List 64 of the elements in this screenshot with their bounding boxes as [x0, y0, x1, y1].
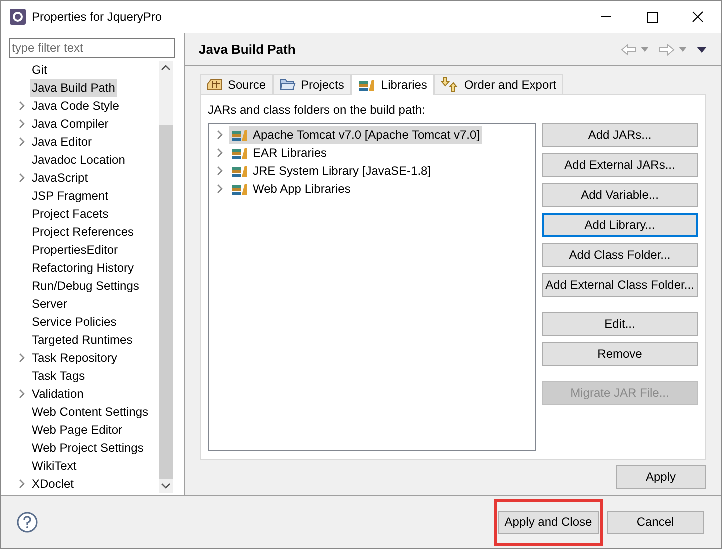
action-button[interactable]: Add External JARs... [542, 153, 698, 177]
scrollbar[interactable] [159, 61, 173, 493]
tree-item[interactable]: Run/Debug Settings [30, 277, 142, 295]
section-label: JARs and class folders on the build path: [208, 102, 426, 118]
tree-item[interactable]: Task Tags [30, 367, 88, 385]
package-icon [207, 78, 223, 92]
tree-item[interactable]: Server [30, 295, 70, 313]
tree-item[interactable]: Java Compiler [30, 115, 111, 133]
action-button[interactable]: Add Library... [542, 213, 698, 237]
tree-item[interactable]: Web Page Editor [30, 421, 124, 439]
tree-item[interactable]: PropertiesEditor [30, 241, 120, 259]
tree-item[interactable]: Web App Libraries [229, 180, 353, 198]
tree-item[interactable]: Git [30, 61, 50, 79]
tree-item[interactable]: Web Project Settings [30, 439, 146, 457]
back-arrow-icon[interactable] [621, 44, 637, 56]
tree-item[interactable]: WikiText [30, 457, 79, 475]
library-icon [231, 164, 249, 178]
tree-item[interactable]: Task Repository [30, 349, 120, 367]
tree-item[interactable]: Refactoring History [30, 259, 136, 277]
library-tree[interactable]: Apache Tomcat v7.0 [Apache Tomcat v7.0] EAR Libraries JRE System Library [JavaSE-1.8] Web App Libraries [208, 123, 536, 451]
dialog-button[interactable]: Apply and Close [498, 510, 599, 534]
tree-item[interactable]: Java Code Style [30, 97, 122, 115]
dialog-button[interactable]: Cancel [607, 510, 704, 534]
tab[interactable]: Source [200, 74, 274, 94]
action-button[interactable]: Add JARs... [542, 123, 698, 147]
library-icon [358, 78, 376, 92]
tree-item[interactable]: XDoclet [30, 475, 76, 493]
window-title: Properties for JqueryPro [32, 9, 162, 26]
tree-item[interactable]: Java Build Path [30, 79, 118, 97]
page-title: Java Build Path [199, 40, 296, 59]
help-icon[interactable] [17, 512, 38, 532]
tree-item[interactable]: JavaScript [30, 169, 90, 187]
filter-field[interactable]: type filter text [9, 38, 175, 58]
library-icon [231, 182, 249, 196]
action-button[interactable]: Remove [542, 342, 698, 366]
action-button[interactable]: Edit... [542, 312, 698, 336]
tree-item[interactable]: EAR Libraries [229, 144, 330, 162]
action-button[interactable]: Add External Class Folder... [542, 273, 698, 297]
tree-item[interactable]: Java Editor [30, 133, 94, 151]
menu-caret-icon[interactable] [697, 46, 707, 52]
tree-item[interactable]: Validation [30, 385, 86, 403]
scroll-thumb[interactable] [159, 125, 173, 479]
tree-item[interactable]: Project Facets [30, 205, 111, 223]
caret-icon[interactable] [679, 47, 687, 52]
tree-item[interactable]: JSP Fragment [30, 187, 110, 205]
tab[interactable]: Libraries [351, 74, 434, 95]
tab[interactable]: Order and Export [434, 74, 564, 94]
action-button[interactable]: Add Variable... [542, 183, 698, 207]
caret-icon[interactable] [641, 47, 649, 52]
apply-button[interactable]: Apply [616, 465, 706, 489]
tab[interactable]: Projects [273, 74, 352, 94]
tree-item[interactable]: Apache Tomcat v7.0 [Apache Tomcat v7.0] [229, 126, 482, 144]
tree-item[interactable]: Service Policies [30, 313, 119, 331]
library-icon [231, 128, 249, 142]
folder-icon [280, 78, 296, 92]
action-button[interactable]: Add Class Folder... [542, 243, 698, 267]
tree-item[interactable]: Javadoc Location [30, 151, 128, 169]
forward-arrow-icon[interactable] [659, 44, 675, 56]
tree-item[interactable]: Web Content Settings [30, 403, 151, 421]
library-icon [231, 146, 249, 160]
tree-item[interactable]: Targeted Runtimes [30, 331, 135, 349]
tree-item[interactable]: JRE System Library [JavaSE-1.8] [229, 162, 434, 180]
up-down-arrows-icon [441, 76, 460, 92]
tree-item[interactable]: Project References [30, 223, 136, 241]
